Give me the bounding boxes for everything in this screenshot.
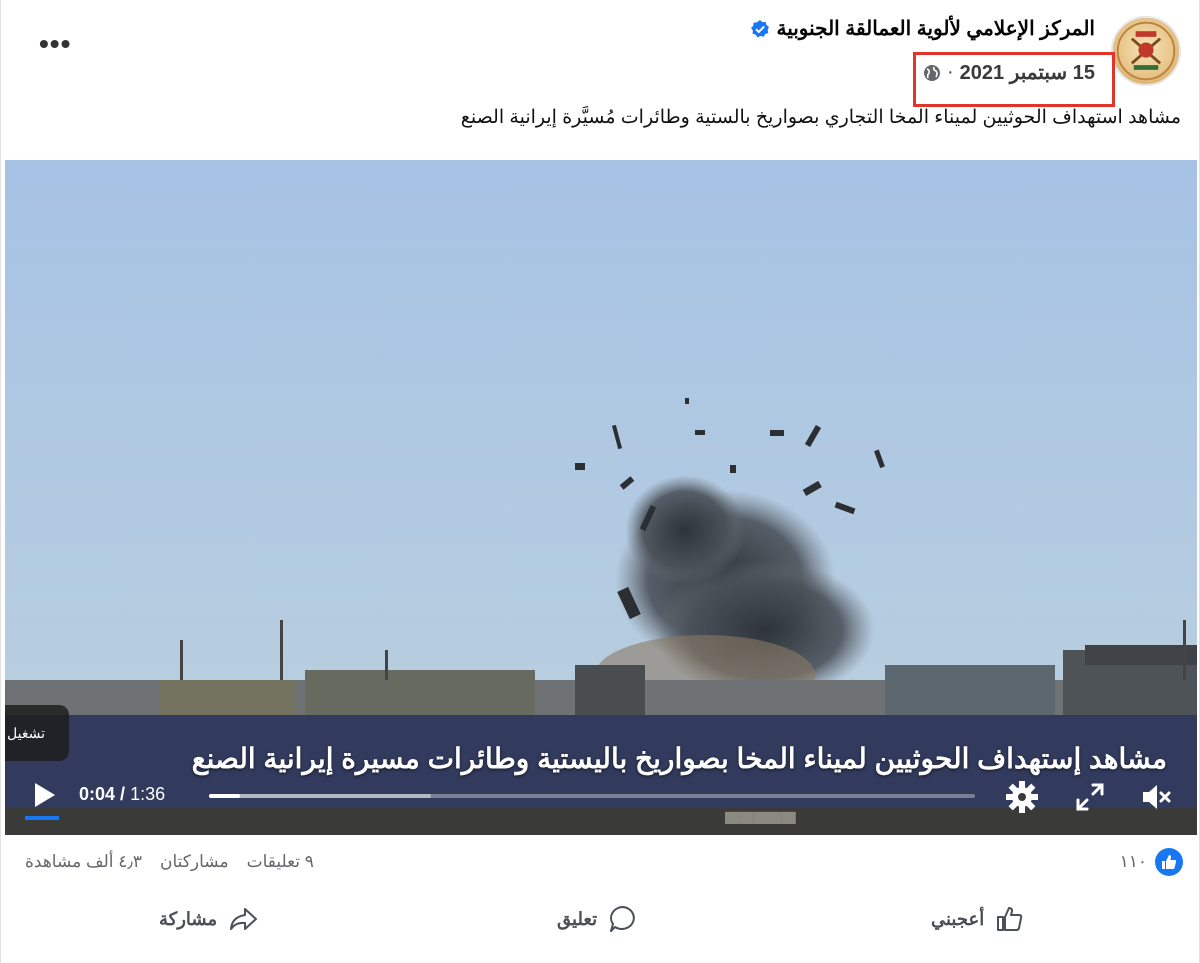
video-time: 0:04 / 1:36 xyxy=(79,784,165,805)
page-avatar[interactable] xyxy=(1111,16,1181,86)
play-tooltip: تشغيل xyxy=(5,705,69,761)
fullscreen-icon[interactable] xyxy=(1073,780,1107,814)
video-player[interactable]: ▀▀▀▀▀ مشاهد إستهداف الحوثيين لميناء المخ… xyxy=(5,160,1197,835)
video-overlay-caption: مشاهد إستهداف الحوثيين لميناء المخا بصوا… xyxy=(191,743,1167,774)
video-controls: 0:04 / 1:36 xyxy=(5,780,1197,835)
duration: 1:36 xyxy=(130,784,166,804)
share-button[interactable]: مشاركة xyxy=(159,896,259,942)
reaction-count[interactable]: ١١٠ xyxy=(1120,852,1147,872)
comment-label: تعليق xyxy=(557,908,598,929)
video-frame: ▀▀▀▀▀ xyxy=(5,160,1197,835)
page-name-text[interactable]: المركز الإعلامي لألوية العمالقة الجنوبية xyxy=(776,16,1095,41)
facebook-post: المركز الإعلامي لألوية العمالقة الجنوبية… xyxy=(0,0,1200,963)
comment-button[interactable]: تعليق xyxy=(557,896,639,942)
verified-badge-icon xyxy=(751,19,770,37)
share-count[interactable]: مشاركتان xyxy=(160,852,229,872)
mute-icon[interactable] xyxy=(1139,780,1173,814)
like-badge-icon xyxy=(1155,848,1183,876)
comment-count[interactable]: ٩ تعليقات xyxy=(247,852,314,872)
comment-bubble-icon xyxy=(610,906,635,932)
post-caption: مشاهد استهداف الحوثيين لميناء المخا التج… xyxy=(460,107,1181,128)
like-button[interactable]: أعجبني xyxy=(931,896,1026,942)
current-time: 0:04 xyxy=(79,784,116,804)
mini-progress-indicator xyxy=(25,816,59,820)
share-arrow-icon xyxy=(230,908,258,930)
avatar-emblem-icon xyxy=(1116,21,1176,81)
played-bar xyxy=(209,794,240,798)
play-icon[interactable] xyxy=(29,780,59,810)
page-name[interactable]: المركز الإعلامي لألوية العمالقة الجنوبية xyxy=(750,16,1095,41)
post-actions: أعجبني تعليق مشاركة xyxy=(1,896,1200,946)
engagement-counts: ٩ تعليقات مشاركتان ٤٫٣ ألف مشاهدة xyxy=(25,852,314,872)
reaction-summary[interactable]: ١١٠ xyxy=(1120,848,1183,876)
post-stats: ١١٠ ٩ تعليقات مشاركتان ٤٫٣ ألف مشاهدة xyxy=(1,848,1200,880)
settings-icon[interactable] xyxy=(1005,780,1039,814)
buffered-bar xyxy=(209,794,432,798)
thumbs-up-icon xyxy=(997,907,1023,931)
time-separator: / xyxy=(120,784,126,804)
view-count: ٤٫٣ ألف مشاهدة xyxy=(25,852,142,871)
date-highlight-box xyxy=(913,52,1115,107)
share-label: مشاركة xyxy=(159,908,218,929)
progress-bar[interactable] xyxy=(209,794,975,798)
like-label: أعجبني xyxy=(931,908,985,929)
more-options-button[interactable]: ••• xyxy=(39,28,71,60)
